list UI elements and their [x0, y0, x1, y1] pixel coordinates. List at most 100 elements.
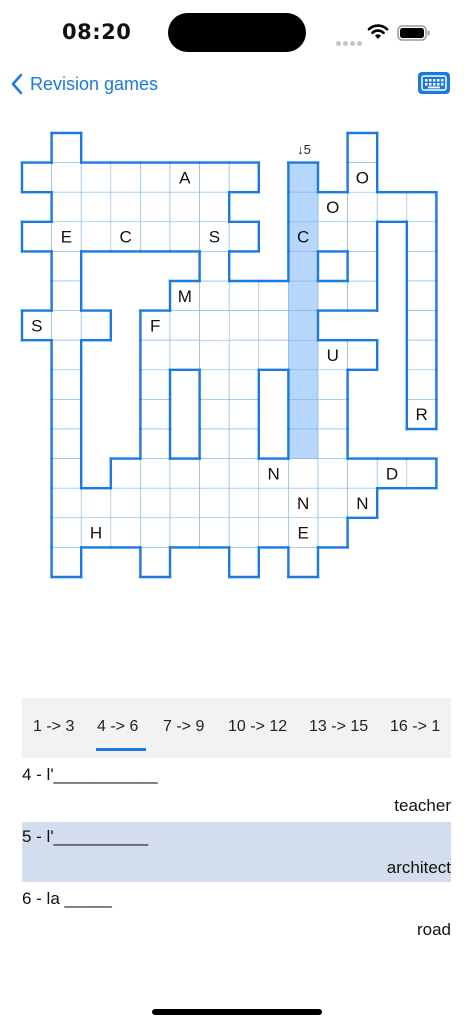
crossword-cell[interactable] [288, 547, 319, 578]
crossword-cell[interactable] [406, 280, 437, 311]
crossword-grid[interactable]: AOE C S CMS FUN DN NH EOR ↓5 [0, 0, 473, 600]
crossword-cell[interactable] [169, 191, 200, 223]
crossword-cell[interactable] [258, 487, 289, 519]
crossword-cell[interactable] [406, 369, 437, 400]
crossword-cell[interactable] [199, 369, 230, 400]
tab-1-3[interactable]: 1 -> 3 [33, 718, 74, 736]
crossword-cell[interactable] [140, 487, 171, 519]
crossword-cell[interactable] [140, 399, 171, 430]
crossword-cell[interactable] [376, 191, 408, 223]
tab-10-12[interactable]: 10 -> 12 [228, 718, 287, 736]
crossword-cell[interactable] [169, 517, 200, 548]
crossword-cell[interactable] [228, 517, 260, 548]
crossword-cell[interactable] [228, 547, 260, 578]
crossword-cell[interactable] [169, 458, 200, 489]
crossword-cell[interactable] [80, 487, 112, 519]
crossword-cell[interactable] [51, 132, 82, 163]
crossword-cell[interactable] [347, 280, 378, 311]
crossword-cell[interactable] [51, 547, 82, 578]
crossword-cell[interactable] [347, 339, 378, 371]
crossword-cell[interactable] [228, 487, 260, 519]
tab-13-15[interactable]: 13 -> 15 [309, 718, 368, 736]
crossword-cell[interactable] [317, 458, 348, 489]
crossword-cell[interactable] [80, 310, 112, 341]
crossword-cell[interactable] [199, 487, 230, 519]
tab-16[interactable]: 16 -> 1 [390, 718, 440, 736]
crossword-cell[interactable] [228, 399, 260, 430]
crossword-cell[interactable] [110, 458, 141, 489]
crossword-cell[interactable] [228, 369, 260, 400]
crossword-cell[interactable] [288, 339, 319, 371]
crossword-cell[interactable] [80, 221, 112, 252]
crossword-cell[interactable] [21, 221, 52, 252]
crossword-cell[interactable] [347, 221, 378, 252]
crossword-cell[interactable] [317, 399, 348, 430]
clue-item-5[interactable]: 5 - l'__________ architect [22, 822, 451, 882]
crossword-cell[interactable] [199, 310, 230, 341]
clue-item-4[interactable]: 4 - l'___________ teacher [22, 760, 451, 820]
crossword-cell[interactable] [110, 162, 141, 193]
crossword-cell[interactable] [199, 399, 230, 430]
crossword-cell[interactable] [199, 428, 230, 459]
crossword-cell[interactable] [288, 191, 319, 223]
crossword-cell[interactable] [110, 517, 141, 548]
crossword-cell[interactable] [228, 458, 260, 489]
crossword-cell[interactable] [406, 339, 437, 371]
crossword-cell[interactable] [347, 458, 378, 489]
crossword-cell[interactable] [140, 369, 171, 400]
crossword-cell[interactable] [228, 310, 260, 341]
crossword-cell[interactable] [347, 191, 378, 223]
crossword-cell[interactable] [51, 399, 82, 430]
tab-7-9[interactable]: 7 -> 9 [163, 718, 204, 736]
crossword-cell[interactable] [169, 221, 200, 252]
crossword-cell[interactable] [288, 428, 319, 459]
crossword-cell[interactable] [406, 221, 437, 252]
crossword-cell[interactable] [228, 221, 260, 252]
crossword-cell[interactable] [169, 339, 200, 371]
crossword-cell[interactable] [199, 280, 230, 311]
crossword-cell[interactable] [228, 339, 260, 371]
crossword-cell[interactable] [199, 458, 230, 489]
crossword-cell[interactable] [140, 339, 171, 371]
crossword-cell[interactable] [317, 369, 348, 400]
crossword-cell[interactable] [140, 191, 171, 223]
crossword-cell[interactable] [110, 487, 141, 519]
crossword-cell[interactable] [288, 369, 319, 400]
crossword-cell[interactable] [288, 280, 319, 311]
crossword-cell[interactable] [51, 191, 82, 223]
crossword-cell[interactable] [140, 162, 171, 193]
crossword-cell[interactable] [51, 310, 82, 341]
crossword-cell[interactable] [288, 162, 319, 193]
crossword-cell[interactable] [80, 162, 112, 193]
crossword-cell[interactable] [288, 251, 319, 282]
crossword-cell[interactable] [199, 191, 230, 223]
crossword-cell[interactable] [140, 547, 171, 578]
crossword-cell[interactable] [140, 458, 171, 489]
crossword-cell[interactable] [51, 339, 82, 371]
crossword-cell[interactable] [199, 251, 230, 282]
crossword-cell[interactable] [406, 310, 437, 341]
crossword-cell[interactable] [317, 280, 348, 311]
crossword-cell[interactable] [51, 458, 82, 489]
crossword-cell[interactable] [288, 399, 319, 430]
crossword-cell[interactable] [258, 517, 289, 548]
clue-item-6[interactable]: 6 - la _____ road [22, 884, 451, 944]
crossword-cell[interactable] [51, 517, 82, 548]
crossword-cell[interactable] [80, 191, 112, 223]
crossword-cell[interactable] [288, 310, 319, 341]
crossword-cell[interactable] [347, 251, 378, 282]
crossword-cell[interactable] [228, 162, 260, 193]
crossword-cell[interactable] [228, 280, 260, 311]
crossword-cell[interactable] [21, 162, 52, 193]
crossword-cell[interactable] [258, 310, 289, 341]
crossword-cell[interactable] [199, 517, 230, 548]
crossword-cell[interactable] [406, 191, 437, 223]
crossword-cell[interactable] [317, 487, 348, 519]
crossword-cell[interactable] [199, 162, 230, 193]
crossword-cell[interactable] [347, 132, 378, 163]
crossword-cell[interactable] [169, 310, 200, 341]
crossword-cell[interactable] [317, 428, 348, 459]
crossword-cell[interactable] [288, 458, 319, 489]
crossword-cell[interactable] [110, 191, 141, 223]
crossword-cell[interactable] [258, 339, 289, 371]
